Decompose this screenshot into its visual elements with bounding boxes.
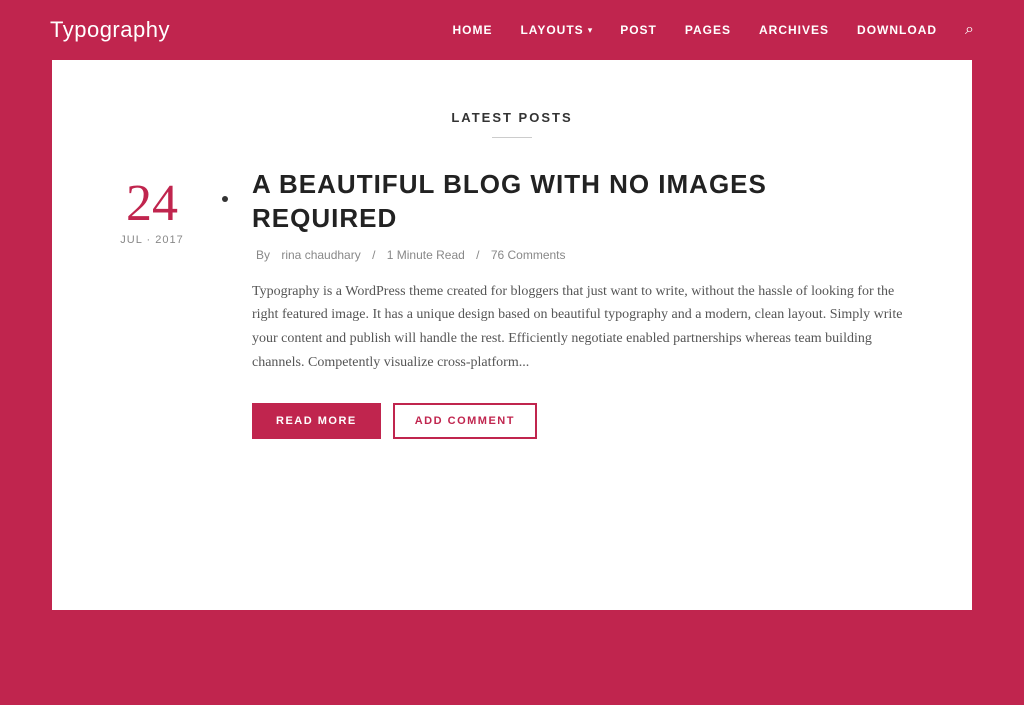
nav-layouts-link[interactable]: LAYOUTS	[520, 23, 583, 37]
nav-item-archives[interactable]: ARCHIVES	[759, 23, 829, 37]
post-author: rina chaudhary	[281, 248, 360, 262]
post-excerpt: Typography is a WordPress theme created …	[252, 280, 912, 375]
meta-sep-1: /	[369, 248, 379, 262]
section-header: LATEST POSTS	[112, 110, 912, 138]
post-author-label: By	[256, 248, 273, 262]
post-date-section: 24 JUL · 2017	[112, 168, 212, 439]
chevron-down-icon: ▾	[588, 25, 593, 36]
post-date-column: 24 JUL · 2017	[112, 168, 212, 246]
post-comments: 76 Comments	[491, 248, 566, 262]
add-comment-button[interactable]: ADD COMMENT	[393, 403, 537, 439]
date-dot-icon	[222, 196, 228, 202]
main-nav: HOME LAYOUTS ▾ POST PAGES ARCHIVES DOWNL…	[452, 21, 974, 39]
post-meta: By rina chaudhary / 1 Minute Read / 76 C…	[252, 248, 912, 262]
content-card: LATEST POSTS 24 JUL · 2017 A BEAUTIFUL B…	[52, 60, 972, 610]
post-read-time: 1 Minute Read	[387, 248, 465, 262]
site-header: Typography HOME LAYOUTS ▾ POST PAGES ARC…	[0, 0, 1024, 60]
nav-item-home[interactable]: HOME	[452, 23, 492, 37]
post-title: A BEAUTIFUL BLOG WITH NO IMAGES REQUIRED	[252, 168, 912, 236]
read-more-button[interactable]: READ MORE	[252, 403, 381, 439]
nav-item-download[interactable]: DOWNLOAD	[857, 23, 937, 37]
post-date-month-year: JUL · 2017	[120, 234, 183, 246]
post-content-column: A BEAUTIFUL BLOG WITH NO IMAGES REQUIRED…	[212, 168, 912, 439]
meta-sep-2: /	[473, 248, 483, 262]
page-wrapper: LATEST POSTS 24 JUL · 2017 A BEAUTIFUL B…	[0, 60, 1024, 670]
section-divider	[492, 137, 532, 138]
post-container: 24 JUL · 2017 A BEAUTIFUL BLOG WITH NO I…	[112, 168, 912, 439]
nav-item-pages[interactable]: PAGES	[685, 23, 731, 37]
post-date-number: 24	[126, 178, 178, 230]
post-actions: READ MORE ADD COMMENT	[252, 403, 912, 439]
search-icon[interactable]: ⌕	[965, 21, 974, 39]
site-logo: Typography	[50, 17, 170, 43]
nav-item-layouts[interactable]: LAYOUTS ▾	[520, 23, 592, 37]
nav-item-post[interactable]: POST	[620, 23, 657, 37]
section-title: LATEST POSTS	[112, 110, 912, 125]
